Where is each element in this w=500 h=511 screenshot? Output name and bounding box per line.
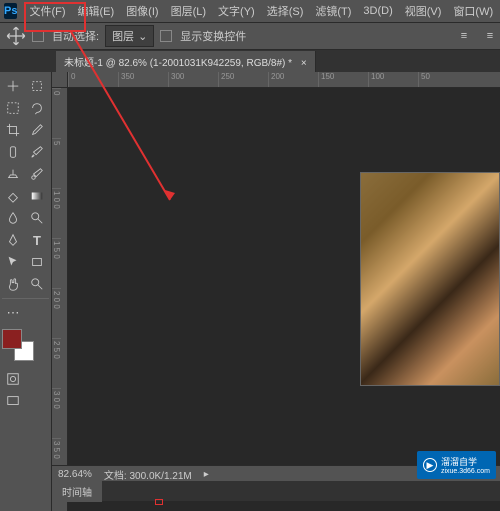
pen-tool[interactable] xyxy=(2,230,24,250)
auto-select-label: 自动选择: xyxy=(52,28,99,44)
rect-marquee-tool[interactable] xyxy=(2,98,24,118)
menu-edit[interactable]: 编辑(E) xyxy=(72,0,121,22)
auto-select-dropdown[interactable]: 图层 ⌄ xyxy=(105,25,154,47)
eyedropper-tool[interactable] xyxy=(26,120,48,140)
move-tool[interactable] xyxy=(2,76,24,96)
menu-image[interactable]: 图像(I) xyxy=(120,0,164,22)
zoom-level[interactable]: 82.64% xyxy=(58,469,92,480)
menu-layer[interactable]: 图层(L) xyxy=(165,0,212,22)
watermark: ▶ 溜溜自学 zixue.3d66.com xyxy=(417,451,496,479)
quick-mask-tool[interactable] xyxy=(2,369,24,389)
history-brush-tool[interactable] xyxy=(26,164,48,184)
ruler-vertical[interactable]: 0 5 1 0 0 1 5 0 2 0 0 2 5 0 3 0 0 3 5 0 xyxy=(52,88,68,511)
timeline-tab[interactable]: 时间轴 xyxy=(52,481,102,502)
hand-tool[interactable] xyxy=(2,274,24,294)
menu-3d[interactable]: 3D(D) xyxy=(357,2,398,20)
menu-filter[interactable]: 滤镜(T) xyxy=(309,0,357,22)
edit-toolbar[interactable]: ⋯ xyxy=(2,303,24,323)
menu-file[interactable]: 文件(F) xyxy=(23,0,71,22)
menu-select[interactable]: 选择(S) xyxy=(261,0,310,22)
document-tab[interactable]: 未标题-1 @ 82.6% (1-2001031K942259, RGB/8#)… xyxy=(56,51,316,72)
panel-tabs: 时间轴 xyxy=(52,481,500,501)
document-tab-bar: 未标题-1 @ 82.6% (1-2001031K942259, RGB/8#)… xyxy=(0,50,500,72)
zoom-tool[interactable] xyxy=(26,274,48,294)
status-arrow-icon[interactable]: ▸ xyxy=(204,469,209,480)
rectangle-tool[interactable] xyxy=(26,252,48,272)
foreground-color[interactable] xyxy=(2,329,22,349)
dodge-tool[interactable] xyxy=(26,208,48,228)
chevron-down-icon: ⌄ xyxy=(138,30,147,43)
align-icon-2[interactable]: ≡ xyxy=(480,26,500,46)
lasso-tool[interactable] xyxy=(26,98,48,118)
brush-tool[interactable] xyxy=(26,142,48,162)
blur-tool[interactable] xyxy=(2,208,24,228)
spot-heal-tool[interactable] xyxy=(2,142,24,162)
clone-stamp-tool[interactable] xyxy=(2,164,24,184)
ps-logo: Ps xyxy=(4,3,17,19)
canvas-area[interactable]: 0 350 300 250 200 150 100 50 0 5 1 0 0 1… xyxy=(52,72,500,511)
main-area: T ⋯ 0 350 300 250 xyxy=(0,72,500,511)
gradient-tool[interactable] xyxy=(26,186,48,206)
close-tab-icon[interactable]: × xyxy=(301,58,307,69)
show-transform-label: 显示变换控件 xyxy=(180,28,246,44)
eraser-tool[interactable] xyxy=(2,186,24,206)
menu-window[interactable]: 窗口(W) xyxy=(447,0,499,22)
color-swatches[interactable] xyxy=(2,329,34,361)
ruler-horizontal[interactable]: 0 350 300 250 200 150 100 50 xyxy=(68,72,500,88)
canvas-image[interactable] xyxy=(360,172,500,386)
path-select-tool[interactable] xyxy=(2,252,24,272)
move-tool-icon xyxy=(6,26,26,46)
play-icon: ▶ xyxy=(423,458,437,472)
options-bar: 自动选择: 图层 ⌄ 显示变换控件 ≡ ≡ xyxy=(0,22,500,50)
artboard-tool[interactable] xyxy=(26,76,48,96)
align-icon-1[interactable]: ≡ xyxy=(454,26,474,46)
menubar: Ps 文件(F) 编辑(E) 图像(I) 图层(L) 文字(Y) 选择(S) 滤… xyxy=(0,0,500,22)
auto-select-checkbox[interactable] xyxy=(32,30,44,42)
type-tool[interactable]: T xyxy=(26,230,48,250)
ruler-corner xyxy=(52,72,68,88)
crop-tool[interactable] xyxy=(2,120,24,140)
toolbox: T ⋯ xyxy=(0,72,52,511)
menu-view[interactable]: 视图(V) xyxy=(399,0,448,22)
show-transform-checkbox[interactable] xyxy=(160,30,172,42)
screen-mode-tool[interactable] xyxy=(2,391,24,411)
menu-type[interactable]: 文字(Y) xyxy=(212,0,261,22)
